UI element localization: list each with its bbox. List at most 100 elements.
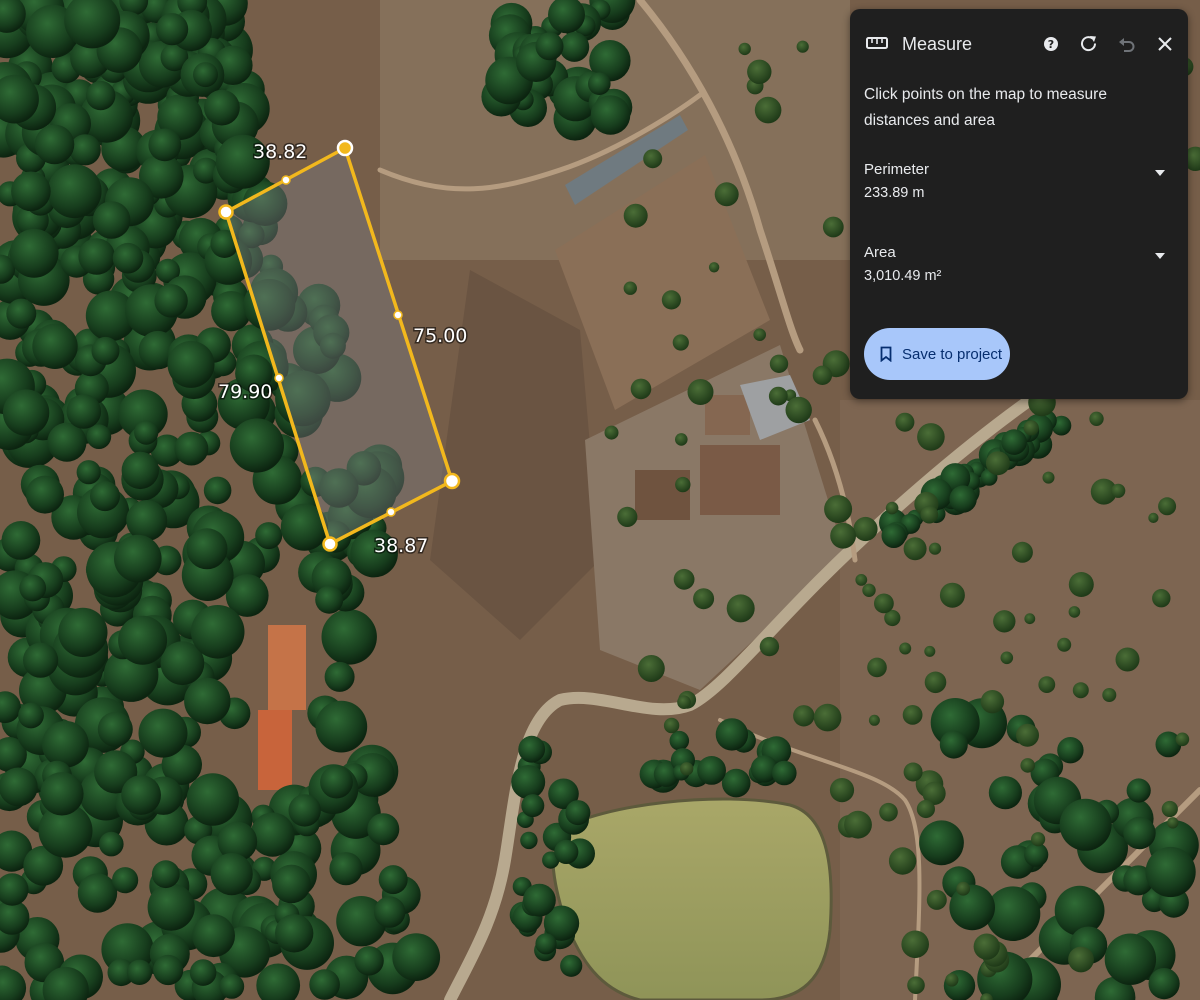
midpoint-handle[interactable]: [274, 373, 284, 383]
tree: [919, 820, 964, 866]
vertex-handle-active[interactable]: [336, 139, 354, 157]
shrub: [1042, 471, 1055, 484]
tree: [250, 812, 295, 857]
shrub: [769, 354, 789, 373]
tree: [126, 959, 153, 985]
tree: [1148, 968, 1180, 1000]
tree: [121, 775, 161, 815]
tree: [939, 730, 968, 759]
tree: [715, 718, 749, 751]
shrub: [1000, 651, 1014, 665]
tree: [69, 134, 101, 166]
tree: [126, 500, 168, 541]
bookmark-icon: [880, 346, 892, 362]
vertex-handle[interactable]: [322, 536, 338, 552]
tree: [190, 605, 245, 659]
tree: [309, 969, 340, 1000]
shrub: [675, 433, 688, 446]
shrub: [1115, 647, 1140, 672]
tree: [535, 933, 557, 955]
shrub: [829, 778, 855, 803]
shrub: [754, 96, 782, 124]
shrub: [926, 889, 947, 910]
shrub: [623, 203, 648, 228]
svg-text:?: ?: [1048, 38, 1054, 51]
shrub: [1016, 723, 1039, 747]
undo-button[interactable]: [1114, 31, 1140, 57]
shrub: [1175, 732, 1190, 747]
tree: [518, 735, 546, 763]
tree: [167, 340, 215, 388]
tree: [1001, 429, 1027, 455]
tree: [324, 661, 355, 692]
tree: [560, 954, 583, 977]
midpoint-handle[interactable]: [281, 175, 291, 185]
tree: [47, 164, 102, 219]
tree: [186, 528, 228, 570]
chevron-down-icon[interactable]: [1154, 169, 1166, 177]
shrub: [637, 655, 665, 682]
vertex-handle[interactable]: [218, 204, 234, 220]
perimeter-row[interactable]: Perimeter 233.89 m: [864, 161, 1166, 201]
shrub: [888, 847, 917, 875]
shrub: [1072, 682, 1089, 699]
midpoint-handle[interactable]: [386, 507, 396, 517]
tree: [320, 765, 353, 799]
tree: [588, 72, 611, 95]
tree: [19, 574, 47, 602]
tree: [520, 831, 538, 850]
tree: [374, 896, 406, 928]
shrub: [939, 582, 965, 608]
tree: [721, 768, 751, 798]
midpoint-handle[interactable]: [393, 310, 403, 320]
shrub: [1068, 946, 1094, 973]
shrub: [830, 522, 856, 549]
building-main: [700, 445, 780, 515]
tree: [315, 585, 344, 614]
undo-icon: [1119, 38, 1135, 52]
tree: [367, 813, 400, 846]
tree: [1126, 778, 1151, 803]
tree: [949, 485, 977, 513]
refresh-button[interactable]: [1076, 31, 1102, 57]
shrub: [604, 425, 619, 440]
tree: [590, 95, 631, 135]
help-icon: ?: [1044, 37, 1058, 51]
refresh-icon: [1081, 36, 1097, 52]
tree: [378, 865, 408, 895]
shrub: [677, 695, 691, 709]
tree: [58, 607, 108, 658]
shrub: [1023, 420, 1039, 436]
close-button[interactable]: [1152, 31, 1178, 57]
shrub: [862, 583, 876, 597]
tree: [18, 702, 44, 729]
tree: [112, 867, 139, 894]
shrub: [1011, 541, 1033, 563]
shrub: [993, 610, 1016, 633]
shrub: [738, 42, 751, 56]
shrub: [1089, 411, 1104, 426]
help-button[interactable]: ?: [1038, 31, 1064, 57]
perimeter-value: 233.89 m: [864, 185, 925, 201]
shrub: [1020, 758, 1035, 773]
shrub: [673, 568, 695, 590]
shrub: [844, 810, 872, 839]
red-roof-house-wing: [268, 625, 306, 710]
tree: [11, 171, 51, 212]
save-to-project-button[interactable]: Save to project: [864, 328, 1010, 380]
area-row[interactable]: Area 3,010.49 m²: [864, 244, 1166, 284]
shrub: [753, 328, 766, 342]
chevron-down-icon[interactable]: [1154, 252, 1166, 260]
tree: [321, 609, 377, 665]
shrub: [643, 149, 663, 169]
tree: [1059, 798, 1112, 851]
shrub: [623, 281, 637, 295]
tree: [219, 974, 245, 999]
tree: [392, 933, 441, 981]
tree: [40, 772, 84, 816]
vertex-handle[interactable]: [443, 472, 461, 490]
save-button-label: Save to project: [902, 345, 1003, 363]
tree: [86, 424, 112, 450]
tree: [949, 884, 995, 931]
tree: [521, 794, 545, 818]
